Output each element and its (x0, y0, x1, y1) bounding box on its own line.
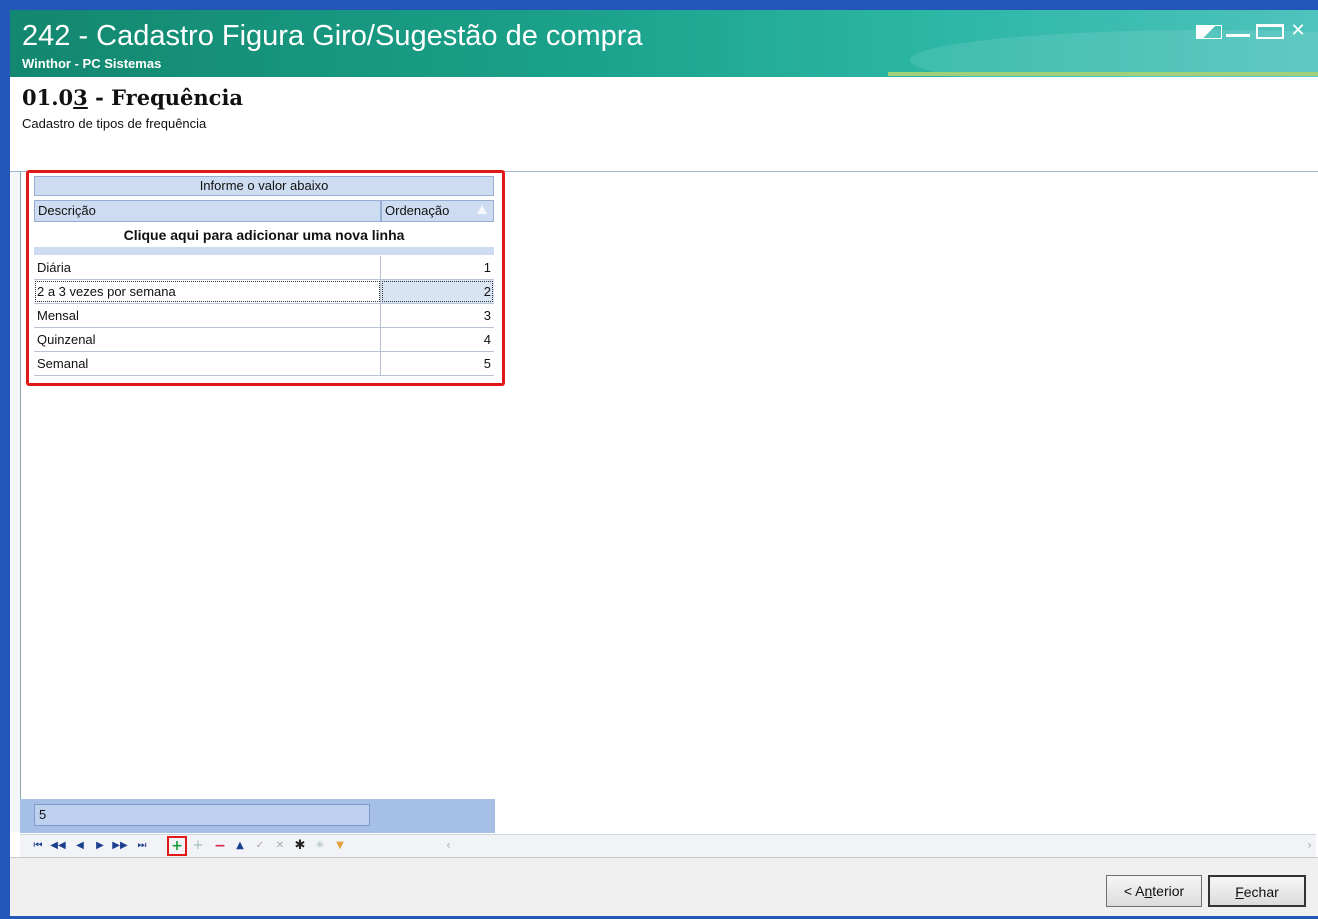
step-code-suffix: - Frequência (87, 85, 244, 110)
append-icon[interactable]: + (190, 838, 206, 854)
new-row-separator (34, 247, 494, 255)
table-row[interactable]: Semanal 5 (34, 352, 494, 376)
post-icon[interactable]: ✓ (252, 838, 268, 854)
table-row[interactable]: Diária 1 (34, 256, 494, 280)
sort-ascending-icon (477, 205, 487, 214)
cell-ordenacao[interactable]: 5 (381, 352, 494, 375)
table-row[interactable]: Quinzenal 4 (34, 328, 494, 352)
grid-footer: 5 (20, 799, 495, 833)
cell-ordenacao[interactable]: 2 (381, 280, 494, 303)
app-window: 242 - Cadastro Figura Giro/Sugestão de c… (0, 0, 1318, 919)
cell-ordenacao[interactable]: 1 (381, 256, 494, 279)
restore-icon (1196, 25, 1222, 39)
fechar-label-suffix: echar (1243, 884, 1279, 900)
cell-descricao[interactable]: 2 a 3 vezes por semana (34, 280, 381, 303)
table-row[interactable]: Mensal 3 (34, 304, 494, 328)
window-title: 242 - Cadastro Figura Giro/Sugestão de c… (22, 20, 643, 52)
bookmark-icon[interactable]: ✳ (312, 838, 328, 854)
title-bar[interactable]: 242 - Cadastro Figura Giro/Sugestão de c… (10, 10, 1318, 77)
frequency-grid: Informe o valor abaixo Descrição Ordenaç… (34, 176, 494, 376)
column-header-ordenacao-label: Ordenação (385, 203, 450, 218)
cell-descricao[interactable]: Semanal (34, 352, 381, 375)
window-subtitle: Winthor - PC Sistemas (22, 56, 162, 71)
prev-page-icon[interactable]: ◀◀ (50, 838, 66, 854)
column-header-descricao[interactable]: Descrição (34, 200, 381, 222)
main-content: 01.03 - Frequência Cadastro de tipos de … (10, 77, 1318, 916)
fechar-label-hotkey: F (1235, 884, 1244, 900)
new-row-button[interactable]: Clique aqui para adicionar uma nova linh… (34, 224, 494, 246)
cell-ordenacao[interactable]: 4 (381, 328, 494, 351)
step-code-prefix: 01.0 (22, 85, 74, 110)
minimize-icon (1226, 34, 1250, 37)
maximize-button[interactable] (1256, 20, 1284, 44)
step-description: Cadastro de tipos de frequência (22, 116, 207, 131)
next-page-icon[interactable]: ▶▶ (112, 838, 128, 854)
restore-button[interactable] (1196, 20, 1222, 44)
filter-icon[interactable]: ▼ (332, 838, 348, 854)
wizard-footer: < Anterior Fechar (10, 857, 1318, 916)
cell-descricao[interactable]: Quinzenal (34, 328, 381, 351)
window-controls: ✕ (1196, 20, 1310, 44)
refresh-icon[interactable]: ✱ (292, 838, 308, 854)
anterior-button[interactable]: < Anterior (1106, 875, 1202, 907)
last-record-icon[interactable]: ⏭ (134, 838, 150, 854)
cell-ordenacao[interactable]: 3 (381, 304, 494, 327)
first-record-icon[interactable]: ⏮ (30, 838, 46, 854)
cell-descricao[interactable]: Diária (34, 256, 381, 279)
minimize-button[interactable] (1226, 20, 1250, 44)
cancel-icon[interactable]: ✕ (272, 838, 288, 854)
next-record-icon[interactable]: ▶ (92, 838, 108, 854)
step-code-underlined: 3 (73, 85, 88, 110)
delete-icon[interactable]: − (212, 838, 228, 854)
cell-descricao[interactable]: Mensal (34, 304, 381, 327)
insert-icon[interactable]: + (169, 838, 185, 854)
fechar-button[interactable]: Fechar (1208, 875, 1306, 907)
step-title: 01.03 - Frequência (22, 85, 243, 110)
footer-count: 5 (34, 804, 370, 826)
step-header: 01.03 - Frequência Cadastro de tipos de … (10, 77, 1318, 172)
prev-record-icon[interactable]: ◀ (72, 838, 88, 854)
table-row-selected[interactable]: 2 a 3 vezes por semana 2 (34, 280, 494, 304)
scroll-right-icon[interactable]: › (1307, 838, 1312, 852)
title-stripe (888, 72, 1318, 76)
close-button[interactable]: ✕ (1286, 20, 1310, 44)
left-splitter[interactable] (10, 172, 21, 832)
scroll-left-icon[interactable]: ‹ (446, 838, 451, 852)
maximize-icon (1256, 24, 1284, 39)
grid-group-header: Informe o valor abaixo (34, 176, 494, 196)
anterior-label-suffix: terior (1152, 883, 1185, 899)
anterior-label-prefix: < A (1123, 883, 1145, 899)
edit-icon[interactable]: ▲ (232, 838, 248, 854)
grid-navigator: ⏮ ◀◀ ◀ ▶ ▶▶ ⏭ + + − ▲ ✓ ✕ ✱ ✳ ▼ ‹ › (20, 834, 1316, 857)
column-header-ordenacao[interactable]: Ordenação (381, 200, 494, 222)
close-icon: ✕ (1290, 20, 1306, 41)
